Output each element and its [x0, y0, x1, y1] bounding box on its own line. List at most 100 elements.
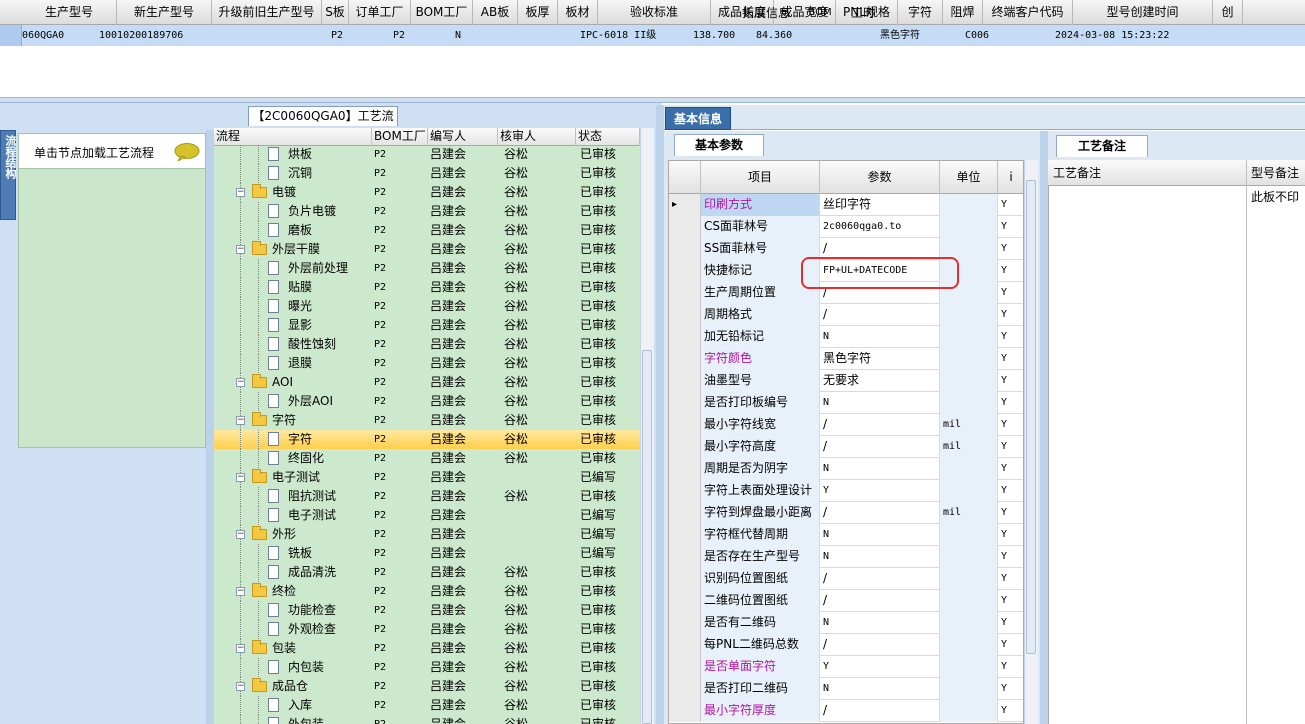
params-row[interactable]: ▸ 印刷方式 丝印字符 Y — [669, 194, 1023, 216]
top-cell[interactable]: C006 — [963, 25, 1053, 46]
tab-extended-info[interactable]: 拓展信息 — [735, 2, 797, 25]
tree-row[interactable]: − 终检 P2 吕建会 谷松 已审核 — [214, 582, 640, 601]
params-col-header[interactable]: 单位 — [940, 161, 998, 194]
tree-row[interactable]: − 外层干膜 P2 吕建会 谷松 已审核 — [214, 240, 640, 259]
tree-row[interactable]: − 电子测试 P2 吕建会 已编写 — [214, 468, 640, 487]
collapse-toggle-icon[interactable]: − — [236, 416, 245, 425]
params-row[interactable]: 每PNL二维码总数 / Y — [669, 634, 1023, 656]
top-col-header[interactable]: 终端客户代码 — [983, 0, 1073, 25]
params-row-selector[interactable] — [669, 634, 701, 656]
params-row-selector[interactable] — [669, 502, 701, 524]
params-row[interactable]: 最小字符高度 / mil Y — [669, 436, 1023, 458]
params-row-selector[interactable] — [669, 590, 701, 612]
tab-bom[interactable]: BOM — [800, 2, 840, 25]
params-row[interactable]: 周期格式 / Y — [669, 304, 1023, 326]
tree-col-header[interactable]: 核审人 — [498, 128, 576, 146]
param-value[interactable]: 2c0060qga0.to — [820, 216, 940, 238]
top-cell[interactable] — [1193, 25, 1223, 46]
params-row[interactable]: 最小字符厚度 / Y — [669, 700, 1023, 722]
params-row-selector[interactable] — [669, 304, 701, 326]
param-value[interactable]: N — [820, 326, 940, 348]
params-row-selector[interactable] — [669, 436, 701, 458]
params-row-selector[interactable] — [669, 348, 701, 370]
params-row[interactable]: 字符到焊盘最小距离 / mil Y — [669, 502, 1023, 524]
collapse-toggle-icon[interactable]: − — [236, 644, 245, 653]
tree-row[interactable]: 负片电镀 P2 吕建会 谷松 已审核 — [214, 202, 640, 221]
top-col-header[interactable]: 升级前旧生产型号 — [212, 0, 322, 25]
basic-params-tab[interactable]: 基本参数 — [674, 134, 764, 156]
param-value[interactable]: Y — [820, 480, 940, 502]
top-col-header[interactable]: 板材 — [558, 0, 598, 25]
tree-row[interactable]: 烘板 P2 吕建会 谷松 已审核 — [214, 145, 640, 164]
top-cell[interactable]: 84.360 — [754, 25, 816, 46]
param-value[interactable]: / — [820, 304, 940, 326]
tree-row[interactable]: 外观检查 P2 吕建会 谷松 已审核 — [214, 620, 640, 639]
param-value[interactable]: / — [820, 700, 940, 722]
params-row-selector[interactable] — [669, 282, 701, 304]
top-cell[interactable]: P2 — [329, 25, 391, 46]
params-row-selector[interactable] — [669, 414, 701, 436]
params-col-header[interactable]: 项目 — [701, 161, 820, 194]
params-row-selector[interactable] — [669, 480, 701, 502]
tree-row[interactable]: 功能检查 P2 吕建会 谷松 已审核 — [214, 601, 640, 620]
tree-row[interactable]: 入库 P2 吕建会 谷松 已审核 — [214, 696, 640, 715]
param-value[interactable]: Y — [820, 656, 940, 678]
tree-row[interactable]: 成品清洗 P2 吕建会 谷松 已审核 — [214, 563, 640, 582]
param-value[interactable]: N — [820, 458, 940, 480]
tree-row[interactable]: 铣板 P2 吕建会 已编写 — [214, 544, 640, 563]
top-cell[interactable] — [302, 25, 329, 46]
tab-work-hours[interactable]: 工时 — [843, 2, 883, 25]
params-row-selector[interactable] — [669, 458, 701, 480]
middle-collapse-strip[interactable] — [656, 105, 664, 724]
collapse-toggle-icon[interactable]: − — [236, 587, 245, 596]
params-row[interactable]: 油墨型号 无要求 Y — [669, 370, 1023, 392]
params-row[interactable]: 二维码位置图纸 / Y — [669, 590, 1023, 612]
params-row-selector[interactable] — [669, 568, 701, 590]
tree-row[interactable]: 退膜 P2 吕建会 谷松 已审核 — [214, 354, 640, 373]
params-row[interactable]: 是否存在生产型号 N Y — [669, 546, 1023, 568]
params-row[interactable]: 字符框代替周期 N Y — [669, 524, 1023, 546]
params-row-selector[interactable] — [669, 678, 701, 700]
params-col-header[interactable]: 参数 — [820, 161, 940, 194]
top-col-header[interactable]: BOM工厂 — [411, 0, 473, 25]
tree-row[interactable]: 酸性蚀刻 P2 吕建会 谷松 已审核 — [214, 335, 640, 354]
tree-col-header[interactable]: 流程 — [214, 128, 372, 146]
tree-col-header[interactable]: BOM工厂 — [372, 128, 428, 146]
tree-row[interactable]: − AOI P2 吕建会 谷松 已审核 — [214, 373, 640, 392]
top-col-header[interactable]: 生产型号 — [22, 0, 117, 25]
param-value[interactable]: 无要求 — [820, 370, 940, 392]
top-col-header[interactable]: 阻焊 — [943, 0, 983, 25]
param-value[interactable]: N — [820, 546, 940, 568]
params-row[interactable]: 周期是否为阴字 N Y — [669, 458, 1023, 480]
param-value[interactable]: / — [820, 590, 940, 612]
params-row-selector[interactable] — [669, 700, 701, 722]
param-value[interactable]: / — [820, 414, 940, 436]
param-value[interactable]: 黑色字符 — [820, 348, 940, 370]
params-row-selector[interactable] — [669, 656, 701, 678]
collapse-toggle-icon[interactable]: − — [236, 188, 245, 197]
params-row[interactable]: 是否单面字符 Y Y — [669, 656, 1023, 678]
collapse-toggle-icon[interactable]: − — [236, 682, 245, 691]
param-value[interactable]: / — [820, 502, 940, 524]
top-cell[interactable]: 138.700 — [691, 25, 754, 46]
params-row[interactable]: 字符颜色 黑色字符 Y — [669, 348, 1023, 370]
top-cell[interactable]: 2024-03-08 15:23:22 — [1053, 25, 1193, 46]
params-row-selector[interactable] — [669, 216, 701, 238]
tab-basic-info[interactable]: 基本信息 — [665, 107, 731, 130]
tree-row[interactable]: 外层AOI P2 吕建会 谷松 已审核 — [214, 392, 640, 411]
param-value[interactable]: / — [820, 436, 940, 458]
collapse-toggle-icon[interactable]: − — [236, 245, 245, 254]
param-value[interactable]: N — [820, 524, 940, 546]
flow-structure-vertical-tab[interactable]: 流程结构 — [0, 130, 17, 220]
tree-row[interactable]: 内包装 P2 吕建会 谷松 已审核 — [214, 658, 640, 677]
tree-row[interactable]: 外层前处理 P2 吕建会 谷松 已审核 — [214, 259, 640, 278]
tree-row[interactable]: 电子测试 P2 吕建会 已编写 — [214, 506, 640, 525]
top-cell[interactable]: P2 — [391, 25, 453, 46]
top-cell[interactable]: 黑色字符 — [878, 25, 923, 46]
top-col-header[interactable]: 订单工厂 — [349, 0, 411, 25]
params-row-selector[interactable] — [669, 524, 701, 546]
params-row-selector[interactable] — [669, 260, 701, 282]
top-cell[interactable] — [923, 25, 963, 46]
tree-row[interactable]: 终固化 P2 吕建会 谷松 已审核 — [214, 449, 640, 468]
tree-row[interactable]: 贴膜 P2 吕建会 谷松 已审核 — [214, 278, 640, 297]
